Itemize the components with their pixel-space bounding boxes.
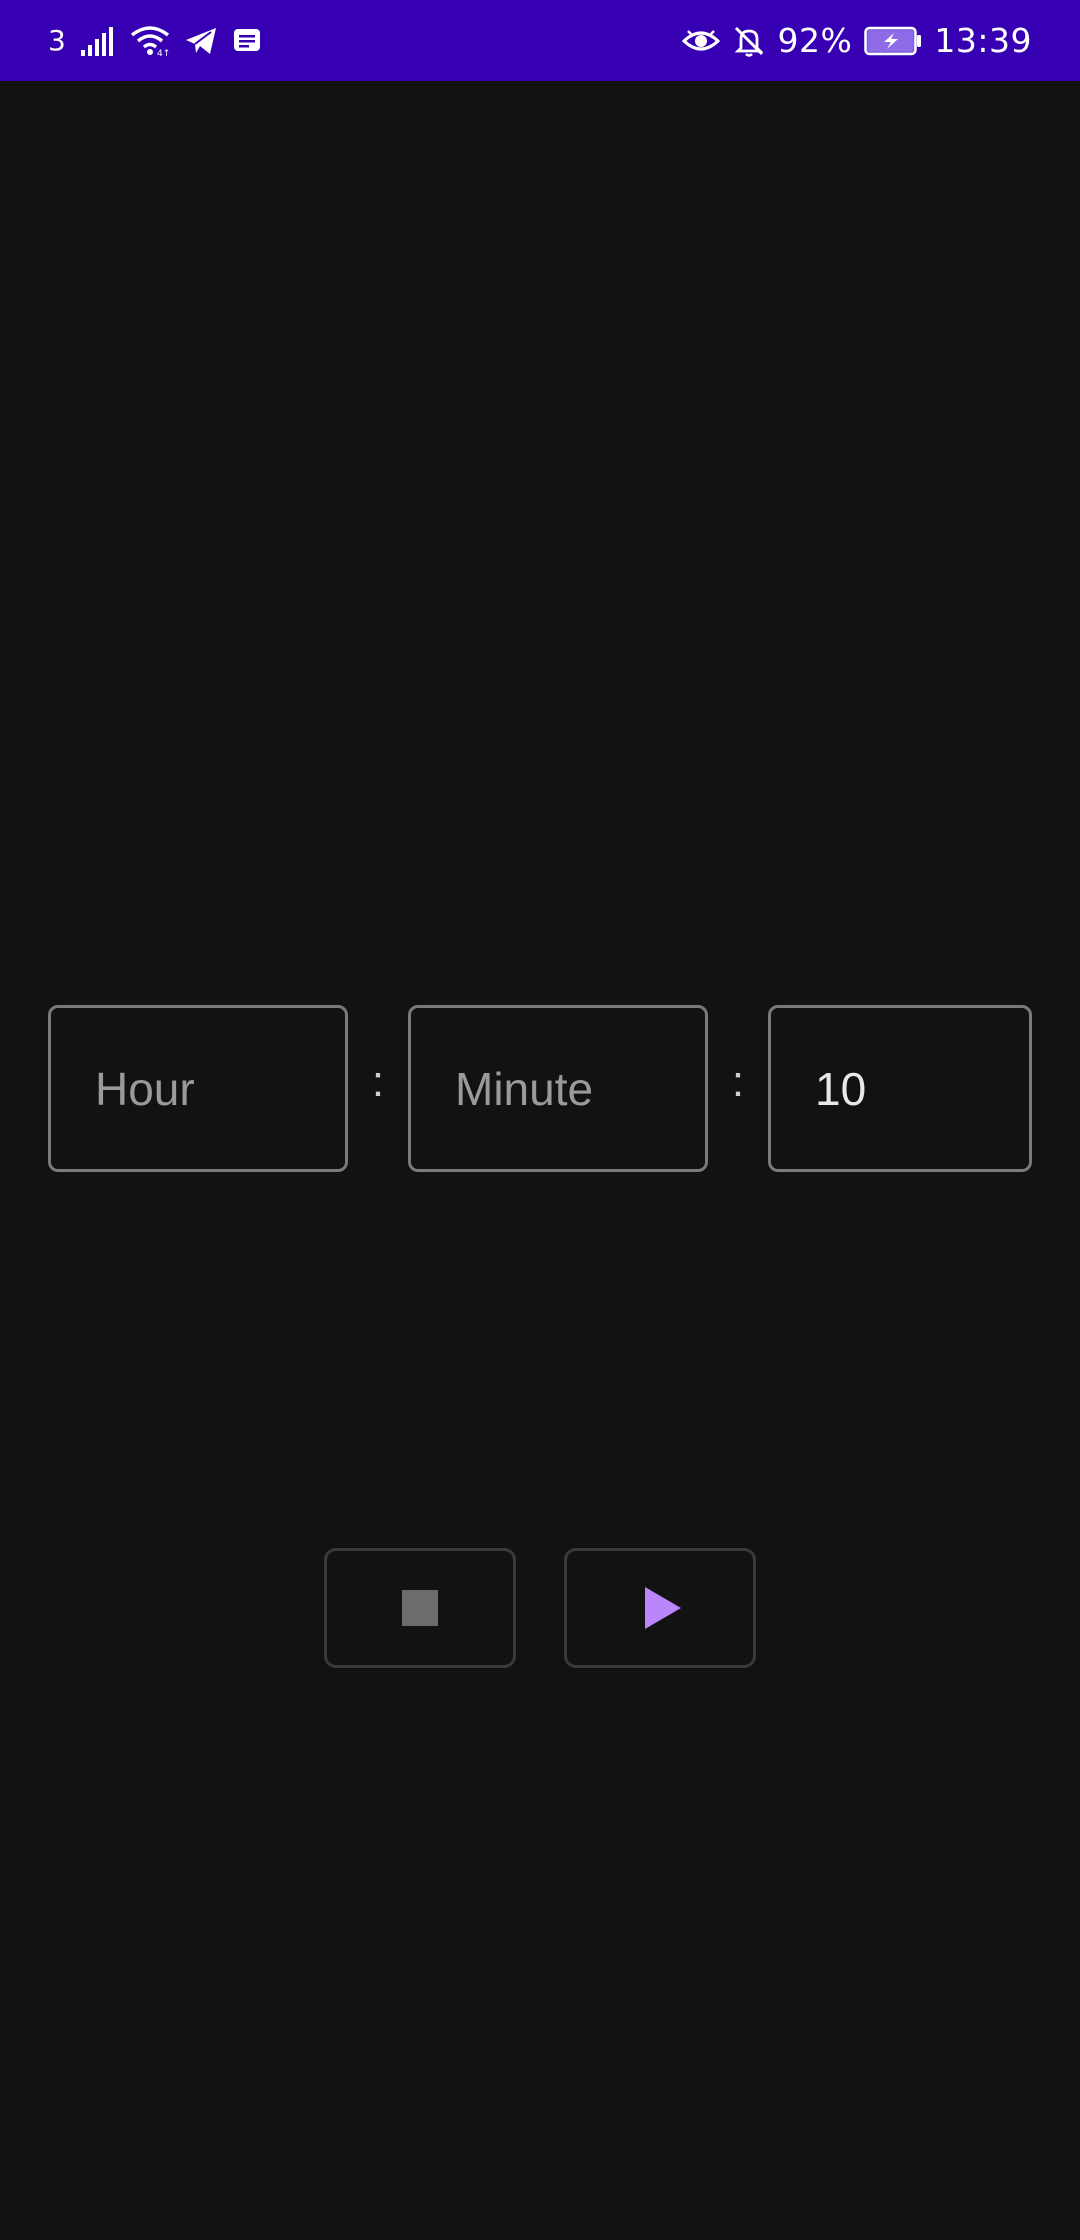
- svg-text:4↑: 4↑: [157, 49, 170, 57]
- hour-minute-separator: :: [371, 1057, 385, 1106]
- minute-input[interactable]: [411, 1008, 705, 1169]
- wifi-icon: 4↑: [130, 25, 170, 57]
- eye-icon: [681, 27, 720, 55]
- bell-off-icon: [732, 24, 766, 58]
- minute-field[interactable]: [408, 1005, 708, 1172]
- status-bar-right: 92% 13:39: [681, 0, 1032, 81]
- stop-button[interactable]: [324, 1548, 516, 1668]
- clock-time: 13:39: [934, 21, 1032, 60]
- telegram-icon: [184, 26, 218, 56]
- hour-field[interactable]: [48, 1005, 348, 1172]
- status-bar-left: 3 4↑: [48, 0, 262, 81]
- message-icon: [232, 27, 262, 55]
- signal-icon: [80, 26, 116, 56]
- stop-icon: [402, 1590, 438, 1626]
- status-bar: 3 4↑ 92% 13:39: [0, 0, 1080, 81]
- second-field[interactable]: [768, 1005, 1032, 1172]
- minute-second-separator: :: [731, 1057, 745, 1106]
- play-button[interactable]: [564, 1548, 756, 1668]
- second-input[interactable]: [771, 1008, 1029, 1169]
- network-type-label: 3: [48, 24, 67, 57]
- battery-charging-icon: [864, 26, 922, 56]
- hour-input[interactable]: [51, 1008, 345, 1169]
- battery-percent: 92%: [777, 21, 853, 60]
- play-icon: [645, 1587, 681, 1629]
